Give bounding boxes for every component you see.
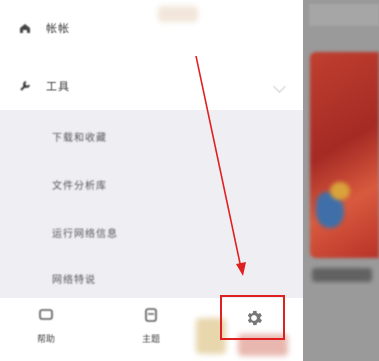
drawer-item-top-label: 帐帐 [46,22,70,35]
tools-submenu [0,110,303,298]
drawer-item-tools-label: 工具 [46,80,70,93]
submenu-item[interactable]: 网络特说 [52,264,96,292]
drawer-item-tools[interactable]: 工具 [16,72,286,100]
bottom-bar-theme-label: 主题 [141,335,160,345]
settings-highlight-box [220,295,285,340]
background-image-detail [330,182,350,200]
background-image-card[interactable] [310,52,379,258]
bottom-bar-help-label: 帮助 [36,335,55,345]
home-icon [16,19,34,37]
bottom-bar-theme[interactable]: 主题 [126,304,176,345]
bottom-bar-help[interactable]: 帮助 [21,304,71,345]
submenu-item[interactable]: 文件分析库 [52,170,107,198]
drawer-item-top[interactable]: 帐帐 [16,14,70,42]
help-icon [39,309,53,320]
submenu-item-label: 下载和收藏 [52,132,107,144]
tools-icon [16,77,34,95]
background-caption [312,268,372,282]
theme-icon [145,308,157,322]
submenu-item-label: 运行网络信息 [52,228,118,240]
submenu-item-label: 网络特说 [52,274,96,286]
submenu-item[interactable]: 运行网络信息 [52,218,118,246]
background-topbar [309,4,379,26]
submenu-item[interactable]: 下载和收藏 [52,122,107,150]
header-avatar[interactable] [158,6,198,22]
submenu-item-label: 文件分析库 [52,180,107,192]
